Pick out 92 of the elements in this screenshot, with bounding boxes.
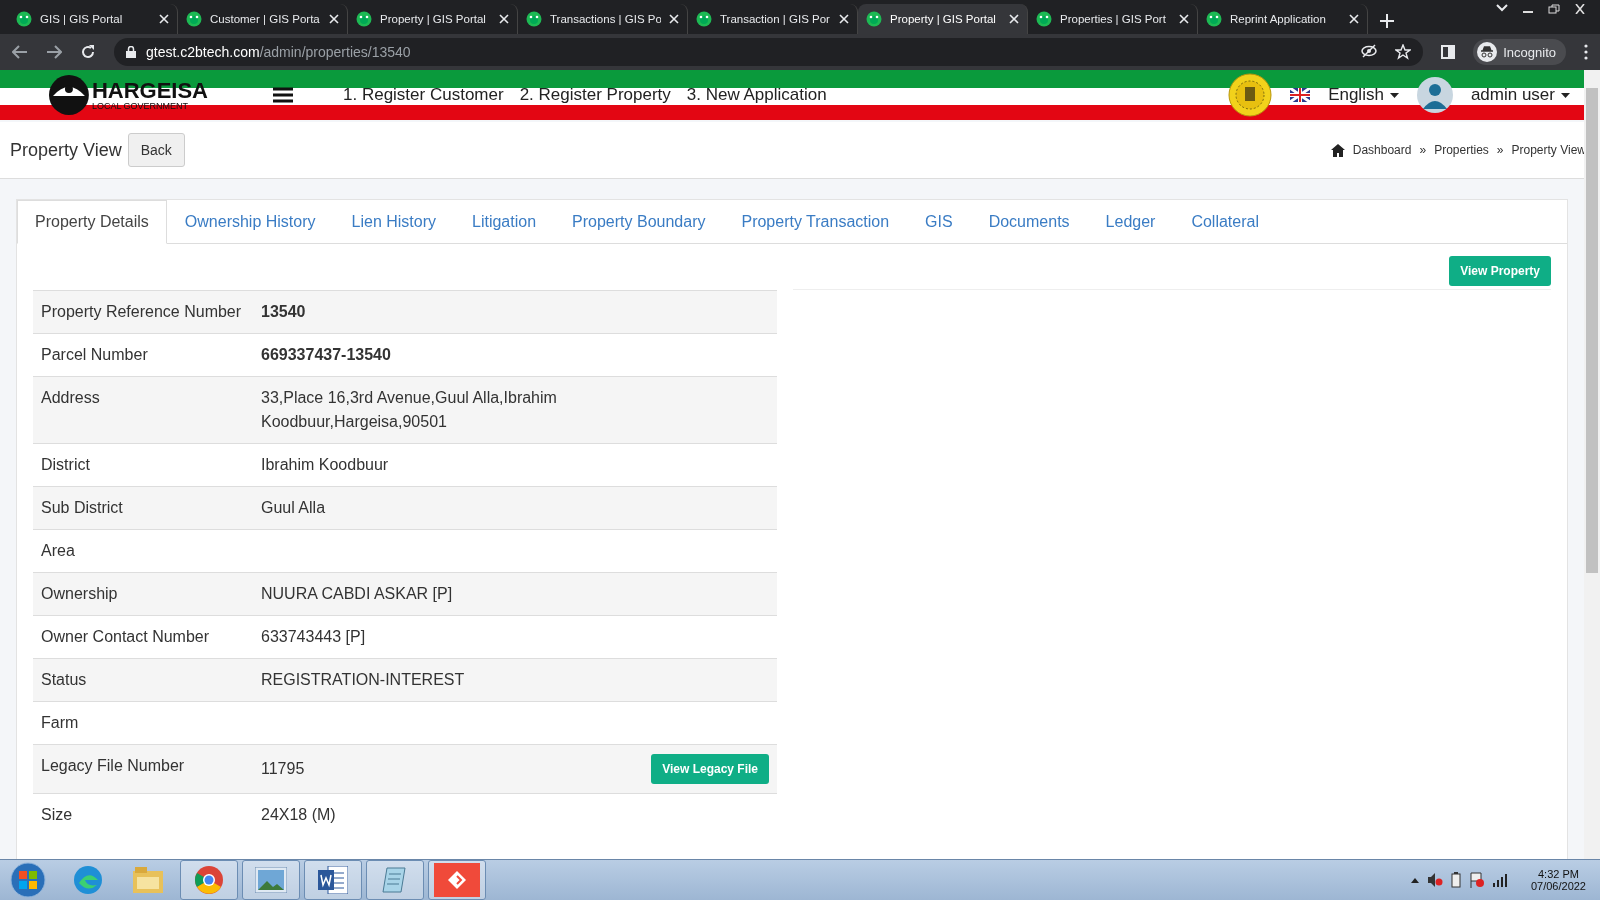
forward-icon[interactable]	[46, 45, 62, 59]
breadcrumb-item[interactable]: Dashboard	[1352, 143, 1412, 157]
field-value: 11795	[261, 759, 305, 779]
speaker-muted-icon[interactable]	[1426, 872, 1443, 888]
flag-icon	[1290, 88, 1311, 102]
field-value: Ibrahim Koodbuur	[261, 455, 389, 475]
word-icon[interactable]	[318, 866, 348, 894]
field-label: Ownership	[33, 572, 253, 616]
battery-icon[interactable]	[1450, 872, 1461, 888]
home-icon	[1330, 143, 1345, 157]
nav-link[interactable]: 2. Register Property	[519, 85, 671, 105]
field-label: Sub District	[33, 486, 253, 530]
browser-tab[interactable]: Property | GIS Portal	[858, 4, 1028, 34]
breadcrumb-item[interactable]: Properties	[1434, 143, 1489, 157]
tab-search-icon[interactable]	[1496, 4, 1508, 12]
nav-link[interactable]: 1. Register Customer	[343, 85, 504, 105]
favicon-icon	[1036, 11, 1052, 27]
eye-off-icon[interactable]	[1361, 44, 1378, 58]
field-value: NUURA CABDI ASKAR [P]	[261, 584, 453, 604]
notepad-icon[interactable]	[381, 866, 409, 894]
field-label: Property Reference Number	[33, 290, 253, 334]
menu-icon[interactable]	[1584, 44, 1588, 60]
breadcrumb-separator: »	[1496, 143, 1504, 157]
field-value: 33,Place 16,3rd Avenue,Guul Alla,Ibrahim Koodbuur,Hargeisa,90501	[261, 388, 558, 432]
favicon-icon	[696, 11, 712, 27]
address-bar[interactable]: gtest.c2btech.com/admin/properties/13540	[114, 38, 1424, 66]
back-icon[interactable]	[12, 45, 28, 59]
tab[interactable]: Collateral	[1173, 200, 1277, 244]
scrollbar[interactable]	[1584, 70, 1600, 860]
language-dropdown[interactable]: English	[1290, 85, 1399, 105]
field-value: REGISTRATION-INTEREST	[261, 670, 465, 690]
start-icon[interactable]	[10, 862, 46, 898]
side-panel-icon[interactable]	[1441, 45, 1456, 59]
caret-icon	[1389, 92, 1399, 98]
new-tab-icon[interactable]	[1380, 14, 1394, 28]
favicon-icon	[16, 11, 32, 27]
close-icon[interactable]	[669, 14, 679, 24]
field-label: Status	[33, 658, 253, 702]
app-icon[interactable]	[434, 863, 480, 897]
close-icon[interactable]	[329, 14, 339, 24]
chrome-icon[interactable]	[194, 865, 224, 895]
star-icon[interactable]	[1395, 44, 1412, 60]
tab[interactable]: Ledger	[1087, 200, 1174, 244]
field-label: Size	[33, 793, 253, 836]
tab[interactable]: GIS	[907, 200, 971, 244]
tab[interactable]: Litigation	[454, 200, 555, 244]
logo-icon	[48, 74, 90, 116]
field-label: Legacy File Number	[33, 744, 253, 794]
user-dropdown[interactable]: admin user	[1416, 77, 1570, 113]
photo-viewer-icon[interactable]	[255, 867, 287, 893]
tab[interactable]: Lien History	[333, 200, 454, 244]
close-icon[interactable]	[1349, 14, 1359, 24]
tab[interactable]: Property Details	[17, 200, 167, 244]
restore-icon[interactable]	[1548, 4, 1560, 14]
close-icon[interactable]	[1574, 4, 1586, 14]
close-icon[interactable]	[839, 14, 849, 24]
close-icon[interactable]	[1009, 14, 1019, 24]
lock-icon	[126, 46, 136, 58]
tab[interactable]: Property Boundary	[554, 200, 724, 244]
menu-icon[interactable]	[273, 87, 293, 103]
field-label: Address	[33, 376, 253, 444]
reload-icon[interactable]	[80, 44, 96, 60]
back-button[interactable]: Back	[127, 133, 185, 167]
field-value: 24X18 (M)	[261, 805, 336, 825]
clock-time: 4:32 PM	[1538, 868, 1579, 880]
favicon-icon	[526, 11, 542, 27]
field-value: 669337437-13540	[261, 345, 391, 365]
signal-icon[interactable]	[1492, 873, 1509, 887]
profile-button[interactable]: Incognito	[1473, 39, 1566, 65]
tray-arrow-icon[interactable]	[1410, 877, 1419, 883]
incognito-icon	[1477, 42, 1498, 62]
close-icon[interactable]	[499, 14, 509, 24]
field-value: 13540	[261, 302, 306, 322]
field-value: Guul Alla	[261, 498, 326, 518]
caret-icon	[1561, 92, 1570, 98]
nav-link[interactable]: 3. New Application	[686, 85, 827, 105]
breadcrumb-separator: »	[1419, 143, 1427, 157]
favicon-icon	[356, 11, 372, 27]
page-title: Property View	[10, 139, 122, 161]
close-icon[interactable]	[159, 14, 169, 24]
clock-date: 07/06/2022	[1530, 880, 1586, 892]
tab[interactable]: Documents	[970, 200, 1088, 244]
favicon-icon	[186, 11, 202, 27]
tab[interactable]: Ownership History	[166, 200, 334, 244]
favicon-icon	[866, 11, 882, 27]
flag-warning-icon[interactable]	[1468, 872, 1485, 888]
favicon-icon	[1206, 11, 1222, 27]
close-icon[interactable]	[1179, 14, 1189, 24]
tab[interactable]: Property Transaction	[723, 200, 908, 244]
avatar-icon	[1416, 77, 1453, 113]
field-value: 633743443 [P]	[261, 627, 366, 647]
emblem-icon	[1228, 73, 1273, 117]
